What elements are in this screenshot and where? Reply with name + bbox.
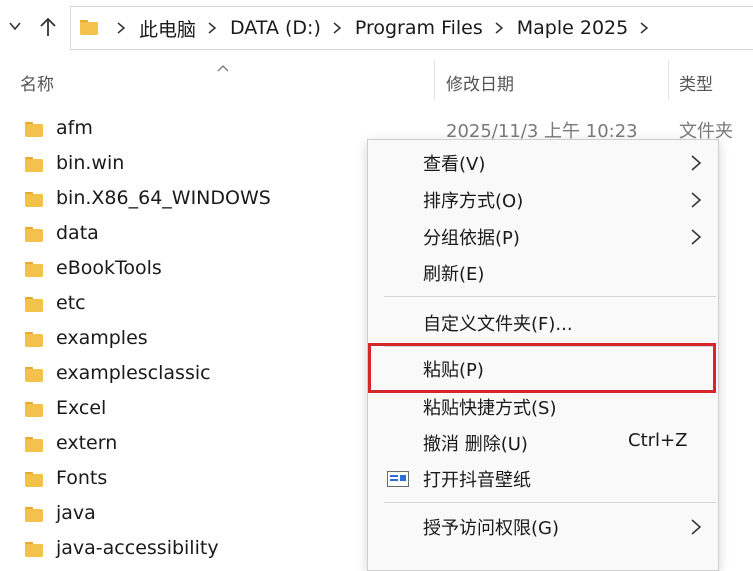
column-headers: 名称 修改日期 类型: [0, 58, 753, 102]
folder-icon: [24, 505, 44, 523]
file-name: Fonts: [56, 467, 108, 489]
file-name: etc: [56, 292, 86, 314]
chevron-right-icon[interactable]: [638, 22, 650, 34]
menu-item-group-by[interactable]: 分组依据(P): [368, 220, 718, 254]
menu-separator: [384, 502, 716, 503]
menu-item-view[interactable]: 查看(V): [368, 146, 718, 180]
folder-icon: [24, 365, 44, 383]
file-name: examples: [56, 327, 148, 349]
file-name: bin.X86_64_WINDOWS: [56, 187, 271, 209]
folder-icon: [24, 470, 44, 488]
breadcrumb-this-pc[interactable]: 此电脑: [139, 15, 196, 42]
chevron-right-icon[interactable]: [206, 22, 218, 34]
file-name: java: [56, 502, 96, 524]
file-name: bin.win: [56, 152, 125, 174]
folder-icon: [24, 190, 44, 208]
chevron-right-icon[interactable]: [115, 22, 127, 34]
file-name: afm: [56, 117, 93, 139]
menu-item-sort[interactable]: 排序方式(O): [368, 183, 718, 217]
up-arrow-icon[interactable]: [38, 16, 58, 38]
address-toolbar: 此电脑 DATA (D:) Program Files Maple 2025: [0, 0, 753, 58]
file-name: eBookTools: [56, 257, 162, 279]
menu-item-paste-shortcut[interactable]: 粘贴快捷方式(S): [368, 390, 718, 424]
menu-item-paste[interactable]: 粘贴(P): [368, 352, 718, 386]
column-header-date[interactable]: 修改日期: [446, 70, 514, 95]
menu-item-undo-delete[interactable]: 撤消 删除(U) Ctrl+Z: [368, 426, 718, 460]
menu-item-refresh[interactable]: 刷新(E): [368, 256, 718, 290]
menu-item-customize-folder[interactable]: 自定义文件夹(F)...: [368, 306, 718, 340]
column-divider[interactable]: [668, 60, 669, 100]
file-name: java-accessibility: [56, 537, 219, 559]
folder-icon: [24, 330, 44, 348]
column-header-type[interactable]: 类型: [679, 70, 713, 95]
folder-icon: [24, 260, 44, 278]
folder-icon: [24, 225, 44, 243]
menu-separator: [384, 296, 716, 297]
file-name: examplesclassic: [56, 362, 211, 384]
folder-icon: [24, 400, 44, 418]
file-name: extern: [56, 432, 118, 454]
breadcrumb-data-drive[interactable]: DATA (D:): [230, 17, 321, 39]
chevron-right-icon: [690, 191, 702, 209]
folder-icon: [24, 435, 44, 453]
chevron-right-icon: [690, 228, 702, 246]
chevron-right-icon[interactable]: [493, 22, 505, 34]
folder-icon: [24, 155, 44, 173]
file-name: data: [56, 222, 99, 244]
menu-item-grant-access[interactable]: 授予访问权限(G): [368, 510, 718, 544]
breadcrumb: 此电脑 DATA (D:) Program Files Maple 2025: [105, 7, 662, 49]
address-bar[interactable]: 此电脑 DATA (D:) Program Files Maple 2025: [70, 6, 753, 50]
shortcut-label: Ctrl+Z: [628, 430, 688, 451]
recent-locations-chevron-icon[interactable]: [8, 18, 22, 32]
sort-ascending-icon: [216, 58, 230, 72]
chevron-right-icon: [690, 518, 702, 536]
wallpaper-app-icon: [387, 471, 409, 487]
folder-icon: [24, 120, 44, 138]
context-menu: 查看(V) 排序方式(O) 分组依据(P) 刷新(E) 自定义文件夹(F)...…: [367, 139, 719, 571]
file-name: Excel: [56, 397, 107, 419]
chevron-right-icon: [690, 154, 702, 172]
breadcrumb-program-files[interactable]: Program Files: [355, 17, 483, 39]
column-header-name[interactable]: 名称: [20, 70, 54, 95]
folder-icon: [24, 540, 44, 558]
column-divider[interactable]: [434, 60, 435, 100]
breadcrumb-maple-2025[interactable]: Maple 2025: [517, 17, 628, 39]
chevron-right-icon[interactable]: [331, 22, 343, 34]
folder-icon: [24, 295, 44, 313]
folder-icon: [79, 18, 99, 36]
menu-item-open-douyin-wallpaper[interactable]: 打开抖音壁纸: [368, 462, 718, 496]
